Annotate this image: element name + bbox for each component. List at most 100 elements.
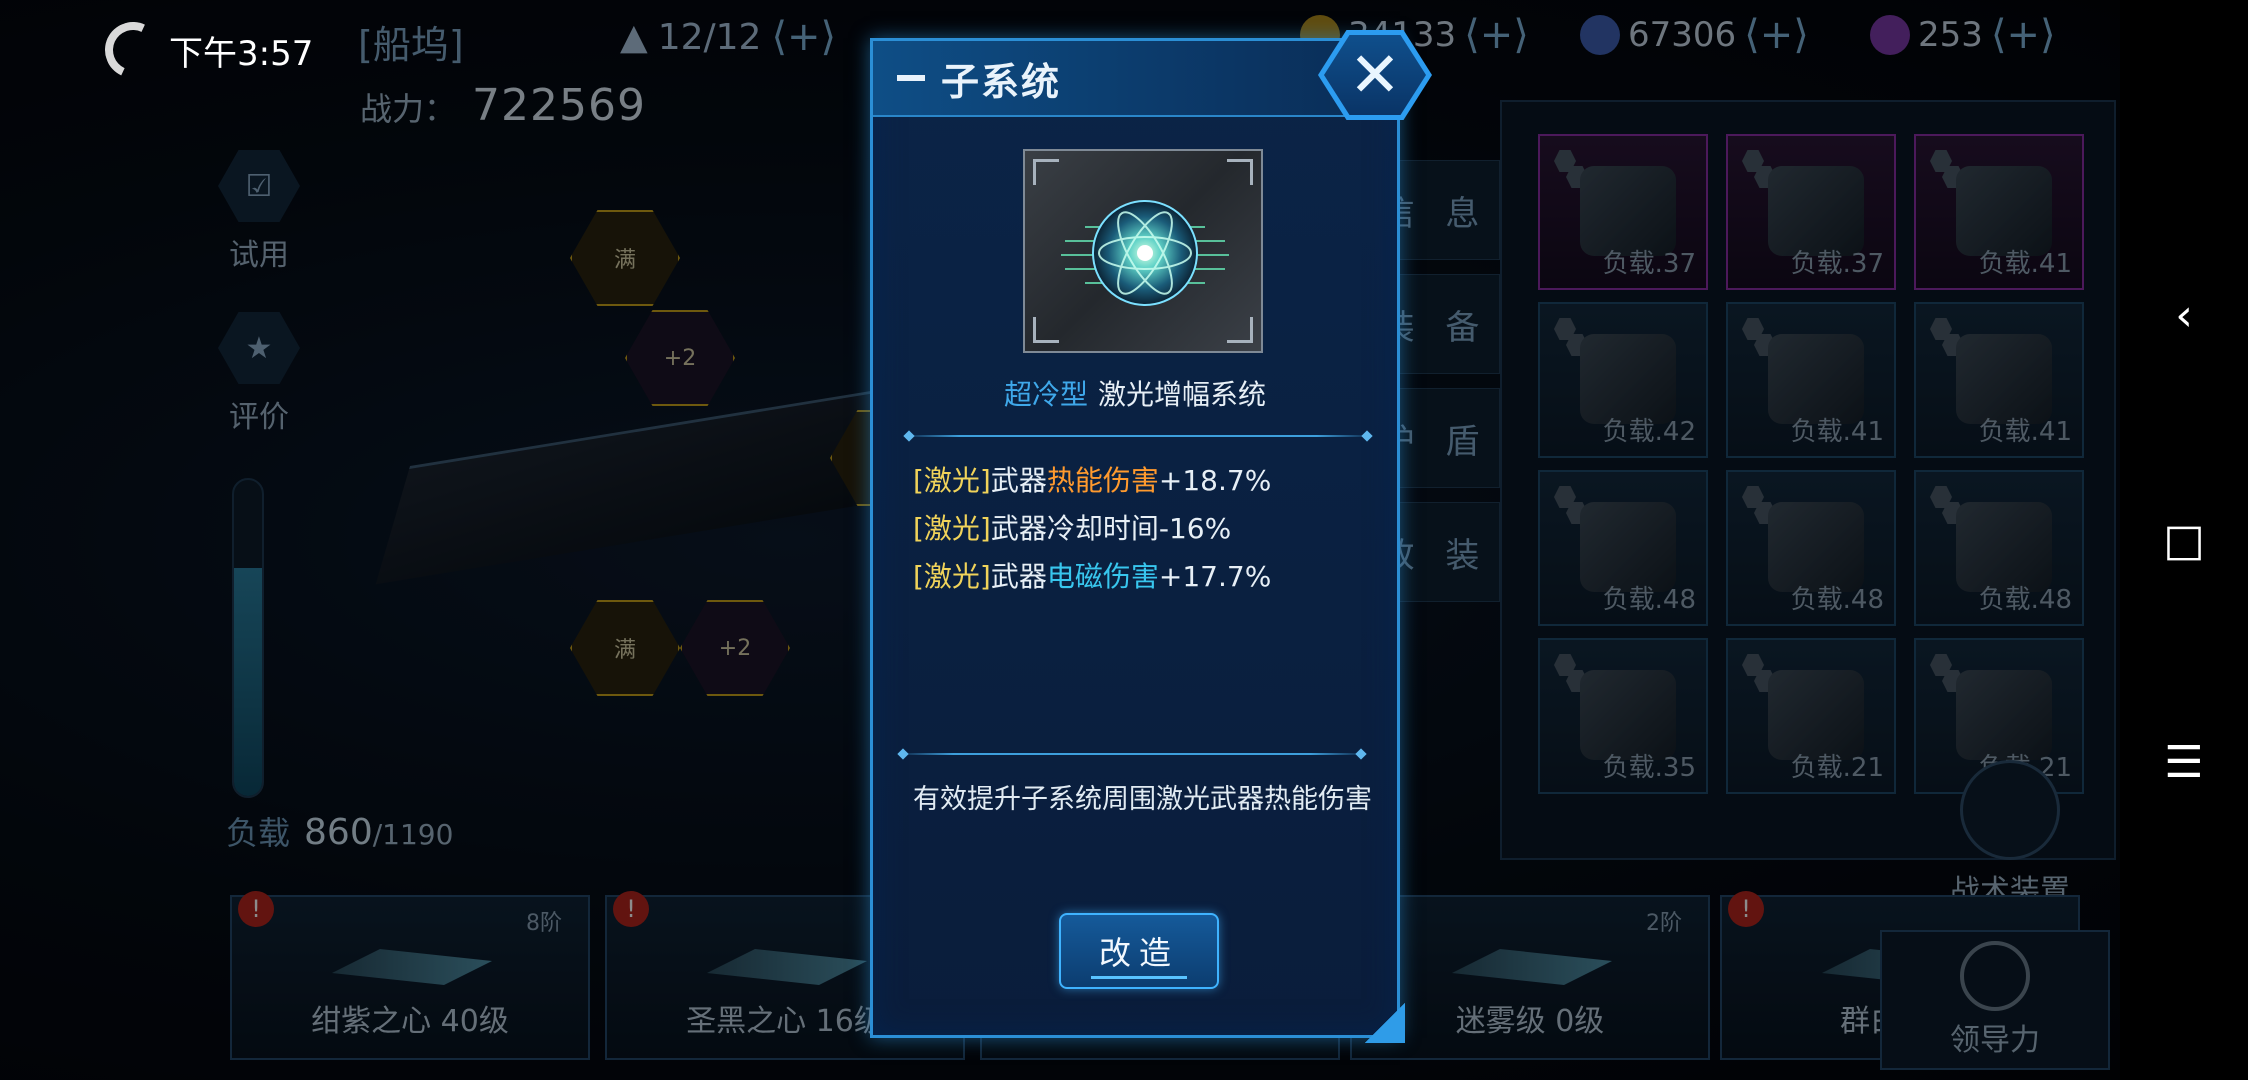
dock-title: [船坞] [358,23,464,67]
minus-icon [897,75,925,81]
equipment-load: 负载.41 [1790,417,1884,447]
review-button[interactable]: ★ 评价 [218,312,300,436]
equipment-slot[interactable]: 负载.37 [1726,134,1896,290]
resource-gem-value: 253 [1918,15,1983,55]
tactic-device-button[interactable]: 战术装置 [1950,760,2070,910]
equipment-load: 负载.37 [1790,249,1884,279]
trial-button[interactable]: ☑ 试用 [218,150,300,274]
stat-line: [激光]武器电磁伤害+17.7% [913,560,1272,593]
load-readout: 负载 860/1190 [226,808,453,854]
equipment-slot[interactable]: 负载.42 [1538,302,1708,458]
stat-line: [激光]武器热能伤害+18.7% [913,464,1272,497]
ship-slot-grid: 满 +2 +8 满 +2 [400,130,940,750]
resource-gem: 253 ⟨+⟩ [1870,12,2056,58]
ship-slot[interactable]: 满 [570,210,680,306]
load-gauge-fill [234,568,262,796]
close-icon: ✕ [1324,35,1426,115]
fleet-ship-card[interactable]: ! 8阶绀紫之心 40级 [230,891,590,1060]
equipment-slot[interactable]: 负载.48 [1914,470,2084,626]
ship-icon [332,949,492,985]
combat-power: 战力： 722569 [360,80,646,131]
gem-icon [1870,15,1910,55]
load-current: 860 [304,812,373,853]
stat-line: [激光]武器冷却时间-16% [913,512,1232,545]
warning-icon: ! [1728,891,1764,927]
equipment-load: 负载.48 [1978,585,2072,615]
ship-slot[interactable]: +2 [680,600,790,696]
load-gauge [232,478,264,798]
add-gold-button[interactable]: ⟨+⟩ [1464,12,1529,58]
divider [897,753,1367,755]
equipment-slot[interactable]: 负载.37 [1538,134,1708,290]
subsystem-grade: 超冷型 [1003,378,1088,411]
divider [903,435,1373,437]
dialog-title: 子系统 [941,59,1062,104]
ship-name: 绀紫之心 40级 [311,1004,509,1039]
left-menu: ☑ 试用 ★ 评价 [218,150,300,436]
resource-crystal: 67306 ⟨+⟩ [1580,12,1809,58]
subsystem-description: 有效提升子系统周围激光武器热能伤害 [913,784,1372,815]
equipment-load: 负载.21 [1790,753,1884,783]
leadership-button[interactable]: 领导力 [1880,930,2110,1070]
power-value: 722569 [472,80,646,131]
resource-crystal-value: 67306 [1628,15,1737,55]
home-button[interactable]: □ [2120,500,2248,580]
game-screen: [船坞] ▲ 12/12 ⟨+⟩ 34133 ⟨+⟩ 67306 ⟨+⟩ 253… [0,0,2248,1080]
equipment-load: 负载.37 [1602,249,1696,279]
rocket-icon: ▲ [620,16,648,58]
system-nav-bar: ‹ □ ☰ [2120,0,2248,1080]
review-icon: ★ [218,312,300,384]
equipment-slot[interactable]: 负载.41 [1914,134,2084,290]
equipment-load: 负载.41 [1978,249,2072,279]
moon-icon [97,14,169,86]
equipment-load: 负载.48 [1602,585,1696,615]
subsystem-name: 超冷型 激光增幅系统 [873,373,1397,413]
status-bar: 下午3:57 [97,14,314,86]
fleet-count-value: 12/12 [657,16,762,58]
ship-tier: 8阶 [526,911,562,936]
recents-button[interactable]: ☰ [2120,722,2248,802]
ship-name: 迷雾级 0级 [1455,1004,1605,1039]
equipment-slot[interactable]: 负载.48 [1538,470,1708,626]
add-fleet-button[interactable]: ⟨+⟩ [771,14,836,60]
leadership-label: 领导力 [1950,1023,2040,1058]
stat-list: [激光]武器热能伤害+18.7% [激光]武器冷却时间-16% [激光]武器电磁… [913,459,1271,595]
load-max: /1190 [372,818,454,851]
subsystem-dialog: 子系统 超冷型 激光增幅系统 [激光]武器热能伤害+18.7% [激光]武器冷却… [870,38,1405,1043]
equipment-slot[interactable]: 负载.41 [1726,302,1896,458]
ship-slot[interactable]: 满 [570,600,680,696]
power-label: 战力： [360,90,457,128]
equipment-load: 负载.35 [1602,753,1696,783]
ship-icon [707,949,867,985]
equipment-load: 负载.48 [1790,585,1884,615]
checkbox-icon: ☑ [218,150,300,222]
speedometer-icon [1960,941,2030,1011]
atom-core-icon [1061,200,1229,306]
status-time: 下午3:57 [169,33,314,74]
fleet-count: ▲ 12/12 ⟨+⟩ [620,14,836,60]
warning-icon: ! [238,891,274,927]
equipment-slot[interactable]: 负载.41 [1914,302,2084,458]
add-gem-button[interactable]: ⟨+⟩ [1991,12,2056,58]
load-label: 负载 [226,814,291,852]
ship-tier: 2阶 [1646,911,1682,936]
subsystem-title: 激光增幅系统 [1098,378,1267,411]
crystal-icon [1580,15,1620,55]
upgrade-button[interactable]: 改造 [1059,913,1219,989]
tactic-device-icon [1960,760,2060,860]
ship-icon [1452,949,1612,985]
warning-icon: ! [613,891,649,927]
equipment-slot[interactable]: 负载.35 [1538,638,1708,794]
review-label: 评价 [229,400,289,435]
equipment-grid: 负载.37 负载.37 负载.41 负载.42 负载.41 负载.41 负载.48 负载.48… [1500,100,2116,860]
dialog-header: 子系统 [873,41,1397,117]
equipment-slot[interactable]: 负载.21 [1726,638,1896,794]
equipment-load: 负载.42 [1602,417,1696,447]
add-crystal-button[interactable]: ⟨+⟩ [1744,12,1809,58]
subsystem-image [1023,149,1263,353]
trial-label: 试用 [229,238,289,273]
back-button[interactable]: ‹ [2120,275,2248,355]
corner-accent [1365,1003,1405,1043]
ship-slot[interactable]: +2 [625,310,735,406]
equipment-slot[interactable]: 负载.48 [1726,470,1896,626]
